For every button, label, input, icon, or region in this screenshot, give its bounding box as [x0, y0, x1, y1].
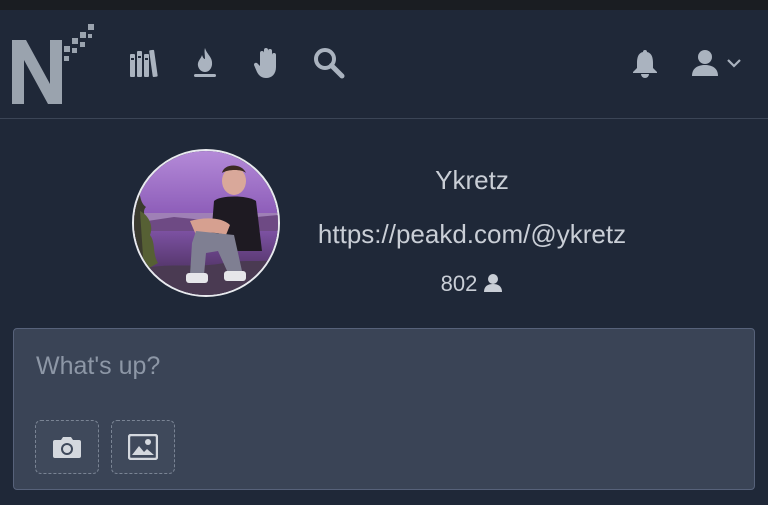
profile-username: Ykretz — [435, 165, 509, 195]
camera-icon — [53, 437, 81, 458]
follower-count: 802 — [300, 271, 644, 299]
composer-input[interactable] — [34, 347, 738, 385]
hand-icon[interactable] — [250, 46, 284, 80]
avatar[interactable] — [132, 149, 280, 297]
site-logo[interactable] — [12, 22, 96, 106]
library-icon[interactable] — [128, 46, 162, 80]
profile-website-link[interactable]: https://peakd.com/@ykretz — [300, 219, 644, 250]
post-composer — [13, 328, 755, 490]
search-icon[interactable] — [312, 46, 346, 80]
image-icon — [128, 434, 158, 460]
follower-count-value: 802 — [440, 271, 478, 296]
profile-header: Ykretz https://peakd.com/@ykretz 802 — [0, 119, 768, 324]
camera-button[interactable] — [35, 420, 99, 474]
user-icon — [692, 50, 718, 76]
image-upload-button[interactable] — [111, 420, 175, 474]
top-navbar — [0, 10, 768, 119]
user-menu[interactable] — [690, 46, 752, 80]
logo-icon — [12, 24, 94, 104]
fire-icon[interactable] — [188, 46, 222, 80]
person-icon — [483, 273, 503, 299]
bell-icon[interactable] — [628, 46, 662, 80]
avatar-photo — [134, 151, 278, 295]
top-strip — [0, 0, 768, 10]
chevron-down-icon — [727, 59, 741, 68]
